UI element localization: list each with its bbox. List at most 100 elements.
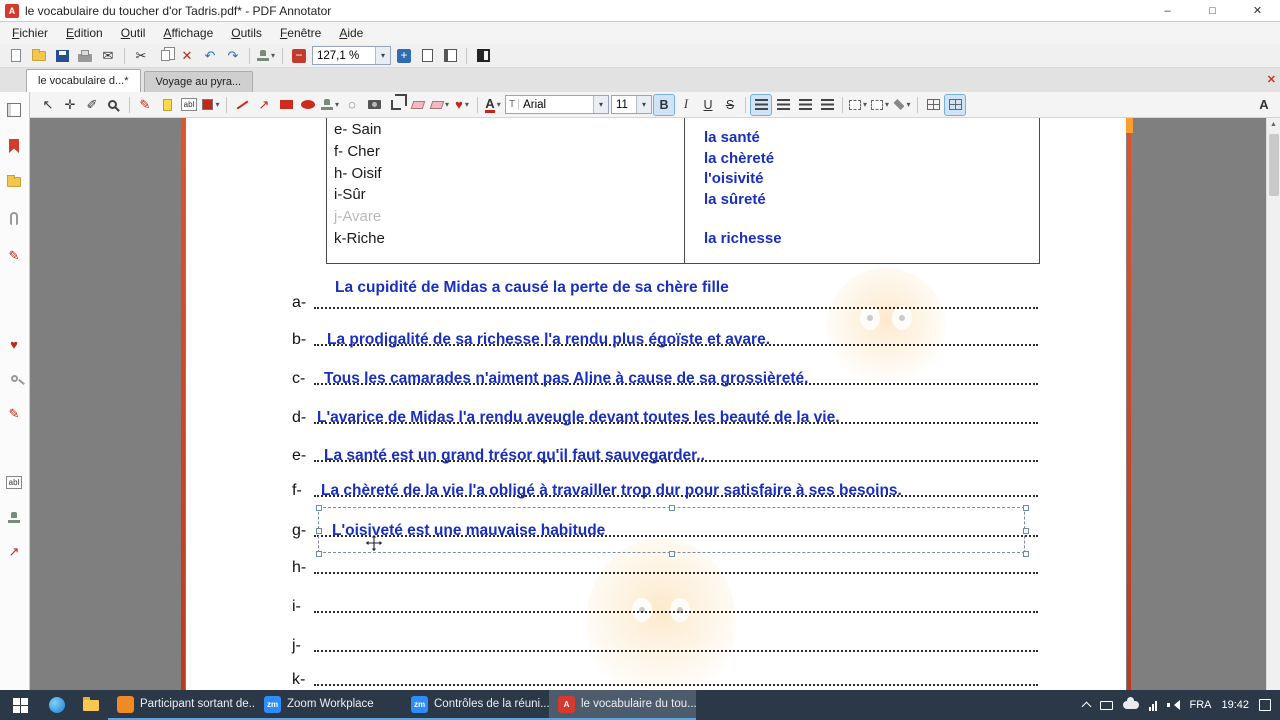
selection-handle[interactable] bbox=[669, 505, 675, 511]
taskbar-item-pdf-annotator[interactable]: A le vocabulaire du tou... bbox=[549, 690, 696, 720]
pen-tool[interactable]: ✎ bbox=[135, 95, 155, 115]
grid-view-button[interactable] bbox=[923, 95, 943, 115]
text-shortcut-button[interactable]: abl bbox=[0, 472, 28, 492]
start-button[interactable] bbox=[0, 690, 40, 720]
menu-affichage[interactable]: Affichage bbox=[154, 23, 222, 43]
taskbar-item-participant[interactable]: Participant sortant de... bbox=[108, 690, 255, 720]
favorites-tool[interactable]: ♥▾ bbox=[452, 95, 472, 115]
border-style-button[interactable]: ▾ bbox=[848, 95, 868, 115]
answer-annotation[interactable]: L'avarice de Midas l'a rendu aveugle dev… bbox=[317, 409, 840, 427]
move-tool[interactable]: ✛ bbox=[60, 95, 80, 115]
page-thumbnails-button[interactable] bbox=[0, 100, 28, 120]
zoom-combo[interactable]: ▾ bbox=[312, 46, 391, 65]
arrow-shortcut-button[interactable]: ↗ bbox=[0, 542, 28, 562]
undo-button[interactable]: ↶ bbox=[200, 46, 220, 66]
selection-handle[interactable] bbox=[316, 528, 322, 534]
strikethrough-button[interactable]: S bbox=[720, 95, 740, 115]
tab-close-button[interactable]: ✕ bbox=[1267, 73, 1276, 86]
annotation-selection-box[interactable] bbox=[318, 507, 1025, 553]
display-tray-icon[interactable] bbox=[1100, 701, 1113, 710]
selection-handle[interactable] bbox=[1023, 551, 1029, 557]
zoom-input[interactable] bbox=[313, 50, 375, 62]
crop-tool[interactable] bbox=[386, 95, 406, 115]
cut-button[interactable]: ✂ bbox=[131, 46, 151, 66]
selection-handle[interactable] bbox=[669, 551, 675, 557]
language-indicator[interactable]: FRA bbox=[1189, 699, 1211, 711]
taskbar-item-zoom-workplace[interactable]: zm Zoom Workplace bbox=[255, 690, 402, 720]
zoom-tool[interactable] bbox=[104, 95, 124, 115]
align-justify-button[interactable] bbox=[817, 95, 837, 115]
attachments-button[interactable] bbox=[0, 208, 28, 228]
menu-aide[interactable]: Aide bbox=[330, 23, 372, 43]
scroll-up-icon[interactable]: ▲ bbox=[1267, 118, 1280, 132]
taskbar-item-meeting-controls[interactable]: zm Contrôles de la réuni... bbox=[402, 690, 549, 720]
browser-taskbar-icon[interactable] bbox=[40, 690, 74, 720]
fit-width-button[interactable] bbox=[440, 46, 460, 66]
zoom-dropdown-button[interactable]: ▾ bbox=[375, 47, 390, 64]
arrow-tool[interactable]: ↗ bbox=[254, 95, 274, 115]
save-button[interactable] bbox=[52, 46, 72, 66]
eraser-tool[interactable]: ▾ bbox=[430, 95, 450, 115]
close-button[interactable]: ✕ bbox=[1235, 0, 1280, 21]
selection-handle[interactable] bbox=[316, 505, 322, 511]
ellipse-tool[interactable] bbox=[298, 95, 318, 115]
answer-annotation[interactable]: La santé est un grand trésor qu'il faut … bbox=[324, 447, 705, 465]
rectangle-tool[interactable] bbox=[276, 95, 296, 115]
line-tool[interactable] bbox=[232, 95, 252, 115]
select-tool[interactable]: ↖ bbox=[38, 95, 58, 115]
favorites-shortcut-button[interactable]: ♥ bbox=[0, 334, 28, 354]
tab-voyage[interactable]: Voyage au pyra... bbox=[144, 71, 254, 92]
fit-page-button[interactable] bbox=[417, 46, 437, 66]
copy-button[interactable] bbox=[154, 46, 174, 66]
pencil-shortcut-button[interactable]: ✎ bbox=[0, 404, 28, 424]
bookmarks-button[interactable] bbox=[0, 136, 28, 156]
italic-button[interactable]: I bbox=[676, 95, 696, 115]
draw-tool[interactable]: ✐ bbox=[82, 95, 102, 115]
minimize-button[interactable]: – bbox=[1145, 0, 1190, 21]
answer-annotation[interactable]: La cupidité de Midas a causé la perte de… bbox=[335, 279, 729, 297]
stamp-tool[interactable]: ▾ bbox=[320, 95, 340, 115]
scrollbar-thumb[interactable] bbox=[1269, 134, 1279, 196]
zoom-out-button[interactable]: − bbox=[289, 46, 309, 66]
new-document-button[interactable] bbox=[6, 46, 26, 66]
redo-button[interactable]: ↷ bbox=[223, 46, 243, 66]
font-color-button[interactable]: A▾ bbox=[483, 95, 503, 115]
font-size-dropdown[interactable]: ▾ bbox=[636, 96, 651, 113]
notification-center-icon[interactable] bbox=[1259, 699, 1271, 711]
zoom-in-button[interactable]: + bbox=[394, 46, 414, 66]
font-size-combo[interactable]: 11 ▾ bbox=[611, 95, 652, 114]
snapshot-tool[interactable] bbox=[364, 95, 384, 115]
highlighter-tool[interactable] bbox=[157, 95, 177, 115]
onedrive-cloud-icon[interactable] bbox=[1123, 701, 1139, 709]
email-button[interactable]: ✉ bbox=[98, 46, 118, 66]
menu-outils[interactable]: Outils bbox=[222, 23, 271, 43]
delete-button[interactable]: ✕ bbox=[177, 46, 197, 66]
align-center-button[interactable] bbox=[773, 95, 793, 115]
answer-annotation[interactable]: Tous les camarades n'aiment pas Aline à … bbox=[324, 370, 808, 388]
tray-expand-icon[interactable] bbox=[1082, 702, 1092, 712]
pen-shortcut-button[interactable]: ✎ bbox=[0, 246, 28, 266]
open-button[interactable] bbox=[29, 46, 49, 66]
text-tool[interactable]: abl bbox=[179, 95, 199, 115]
menu-outil[interactable]: Outil bbox=[112, 23, 155, 43]
print-button[interactable] bbox=[75, 46, 95, 66]
font-family-dropdown[interactable]: ▾ bbox=[593, 96, 608, 113]
selection-handle[interactable] bbox=[316, 551, 322, 557]
clock[interactable]: 19:42 bbox=[1221, 699, 1249, 712]
menu-edition[interactable]: Edition bbox=[57, 23, 112, 43]
menu-fenetre[interactable]: Fenêtre bbox=[271, 23, 330, 43]
document-page[interactable]: e- Sain f- Cher h- Oisif i-Sûr j-Avare k… bbox=[186, 118, 1126, 690]
tab-vocabulaire[interactable]: le vocabulaire d...* bbox=[26, 69, 141, 92]
selection-handle[interactable] bbox=[1023, 505, 1029, 511]
align-left-button[interactable] bbox=[751, 95, 771, 115]
bold-button[interactable]: B bbox=[654, 95, 674, 115]
cutter-tool[interactable] bbox=[408, 95, 428, 115]
answer-annotation[interactable]: La prodigalité de sa richesse l'a rendu … bbox=[327, 331, 770, 349]
answer-annotation[interactable]: La chèreté de la vie l'a obligé à travai… bbox=[321, 482, 902, 500]
stamp-shortcut-button[interactable] bbox=[0, 507, 28, 527]
annotations-folder-button[interactable] bbox=[0, 172, 28, 192]
vertical-scrollbar[interactable]: ▲ bbox=[1266, 118, 1280, 690]
selection-handle[interactable] bbox=[1023, 528, 1029, 534]
underline-button[interactable]: U bbox=[698, 95, 718, 115]
style-menu-button[interactable]: ▾ bbox=[201, 95, 221, 115]
